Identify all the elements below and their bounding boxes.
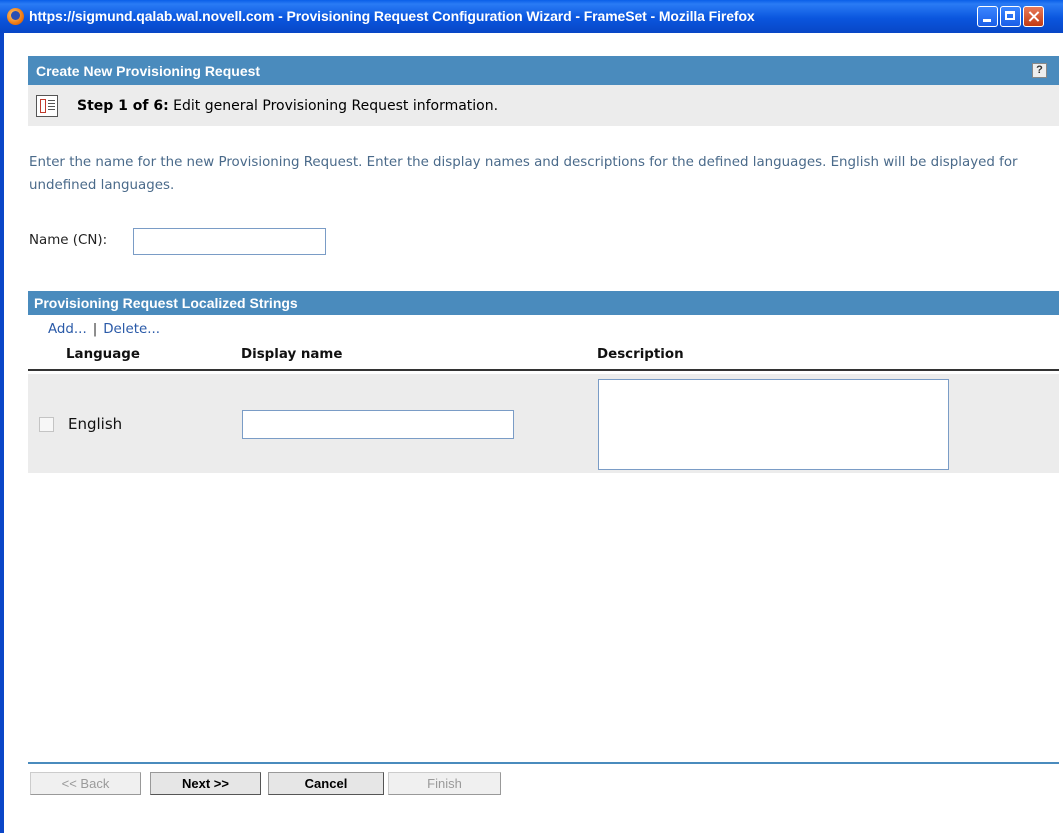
localized-actions: Add... | Delete... bbox=[48, 322, 160, 337]
wizard-content: Create New Provisioning Request ? Step 1… bbox=[4, 33, 1060, 833]
maximize-icon[interactable] bbox=[1000, 6, 1021, 27]
name-cn-input[interactable] bbox=[133, 228, 326, 255]
section-title: Provisioning Request Localized Strings bbox=[34, 295, 298, 311]
firefox-icon bbox=[7, 8, 24, 25]
language-checkbox[interactable] bbox=[39, 417, 54, 432]
description-textarea[interactable] bbox=[598, 379, 949, 470]
step-description: Step 1 of 6: Edit general Provisioning R… bbox=[77, 98, 498, 114]
footer-divider bbox=[28, 762, 1059, 764]
display-name-input[interactable] bbox=[242, 410, 514, 439]
minimize-icon[interactable] bbox=[977, 6, 998, 27]
step-label: Step 1 of 6: bbox=[77, 98, 169, 114]
action-separator: | bbox=[92, 322, 98, 337]
window-title: https://sigmund.qalab.wal.novell.com - P… bbox=[29, 8, 755, 24]
page-title: Create New Provisioning Request bbox=[36, 63, 261, 79]
add-link[interactable]: Add... bbox=[48, 322, 87, 337]
close-icon[interactable] bbox=[1023, 6, 1044, 27]
table-header-divider bbox=[28, 369, 1059, 371]
next-button[interactable]: Next >> bbox=[150, 772, 261, 795]
intro-text: Enter the name for the new Provisioning … bbox=[29, 155, 1018, 193]
column-header-language: Language bbox=[66, 347, 140, 362]
step-text: Edit general Provisioning Request inform… bbox=[173, 98, 499, 114]
column-header-display-name: Display name bbox=[241, 347, 343, 362]
back-button[interactable]: << Back bbox=[30, 772, 141, 795]
finish-button[interactable]: Finish bbox=[388, 772, 501, 795]
wizard-step-icon bbox=[36, 95, 58, 117]
delete-link[interactable]: Delete... bbox=[103, 322, 160, 337]
name-label: Name (CN): bbox=[29, 233, 108, 248]
help-icon[interactable]: ? bbox=[1032, 63, 1047, 78]
localized-strings-header: Provisioning Request Localized Strings bbox=[28, 291, 1059, 315]
window-title-bar: https://sigmund.qalab.wal.novell.com - P… bbox=[0, 0, 1063, 33]
column-header-description: Description bbox=[597, 347, 684, 362]
step-bar: Step 1 of 6: Edit general Provisioning R… bbox=[28, 85, 1059, 126]
cancel-button[interactable]: Cancel bbox=[268, 772, 384, 795]
language-label: English bbox=[68, 415, 123, 433]
wizard-header: Create New Provisioning Request ? bbox=[28, 56, 1059, 85]
